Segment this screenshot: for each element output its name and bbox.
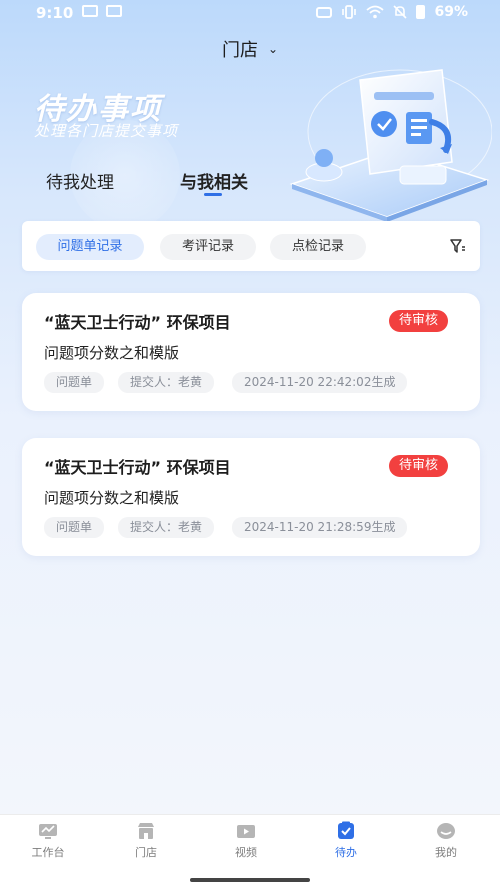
- nav-label: 视频: [235, 846, 257, 859]
- workbench-icon: [39, 824, 57, 839]
- chevron-down-icon: ⌄: [267, 42, 279, 56]
- profile-icon: [437, 823, 455, 839]
- status-time: 9:10: [36, 4, 74, 22]
- status-notification-icons: [82, 5, 122, 17]
- task-time-tag: 2024-11-20 22:42:02生成: [232, 372, 408, 393]
- nfc-icon: [316, 6, 333, 18]
- tab-active-indicator: [204, 193, 222, 196]
- task-submitter-tag: 提交人：老黄: [118, 372, 215, 393]
- task-type-tag: 问题单: [44, 372, 105, 393]
- nav-video[interactable]: 视频: [206, 821, 286, 860]
- task-title: “蓝天卫士行动” 环保项目: [44, 313, 231, 332]
- nav-label: 待办: [335, 846, 357, 859]
- tab-pending[interactable]: 待我处理: [46, 168, 114, 193]
- filter-issue-records[interactable]: 问题单记录: [36, 234, 144, 260]
- filter-inspection-records[interactable]: 点检记录: [270, 234, 366, 260]
- battery-level: 69%: [434, 4, 468, 20]
- status-badge: 待审核: [388, 310, 448, 332]
- store-selector[interactable]: 门店 ⌄: [0, 36, 500, 62]
- tab-related[interactable]: 与我相关: [180, 168, 248, 193]
- filter-evaluation-records[interactable]: 考评记录: [160, 234, 256, 260]
- recording-icon: [82, 5, 98, 17]
- nav-label: 工作台: [31, 846, 65, 859]
- nav-workbench[interactable]: 工作台: [8, 821, 88, 860]
- nav-profile[interactable]: 我的: [406, 821, 486, 860]
- filter-icon[interactable]: [450, 238, 466, 254]
- wifi-icon: [366, 5, 385, 19]
- vibrate-icon: [342, 5, 357, 19]
- status-bar: 9:10 69%: [0, 0, 500, 30]
- battery-icon: [416, 5, 426, 19]
- filter-bar: 问题单记录 考评记录 点检记录: [22, 221, 480, 271]
- task-title: “蓝天卫士行动” 环保项目: [44, 458, 231, 477]
- status-badge: 待审核: [388, 455, 448, 477]
- store-icon: [138, 823, 154, 839]
- task-submitter-tag: 提交人：老黄: [118, 517, 215, 538]
- task-template: 问题项分数之和模版: [44, 344, 180, 362]
- home-indicator[interactable]: [190, 878, 310, 882]
- nav-label: 我的: [435, 846, 457, 859]
- mute-bell-icon: [393, 5, 408, 19]
- nav-label: 门店: [135, 846, 157, 859]
- task-template: 问题项分数之和模版: [44, 489, 180, 507]
- bottom-nav: 工作台 门店 视频 待办 我的: [0, 814, 500, 870]
- image-icon: [106, 5, 122, 17]
- task-type-tag: 问题单: [44, 517, 105, 538]
- status-system-icons: 69%: [316, 4, 468, 20]
- todo-icon: [338, 821, 354, 839]
- task-card[interactable]: “蓝天卫士行动” 环保项目 待审核 问题项分数之和模版 问题单 提交人：老黄 2…: [22, 438, 480, 556]
- store-selector-label: 门店: [221, 40, 258, 61]
- nav-todo[interactable]: 待办: [306, 821, 386, 860]
- hero-illustration-icon: [289, 69, 492, 222]
- nav-store[interactable]: 门店: [106, 821, 186, 860]
- task-card[interactable]: “蓝天卫士行动” 环保项目 待审核 问题项分数之和模版 问题单 提交人：老黄 2…: [22, 293, 480, 411]
- video-icon: [237, 825, 255, 838]
- task-time-tag: 2024-11-20 21:28:59生成: [232, 517, 408, 538]
